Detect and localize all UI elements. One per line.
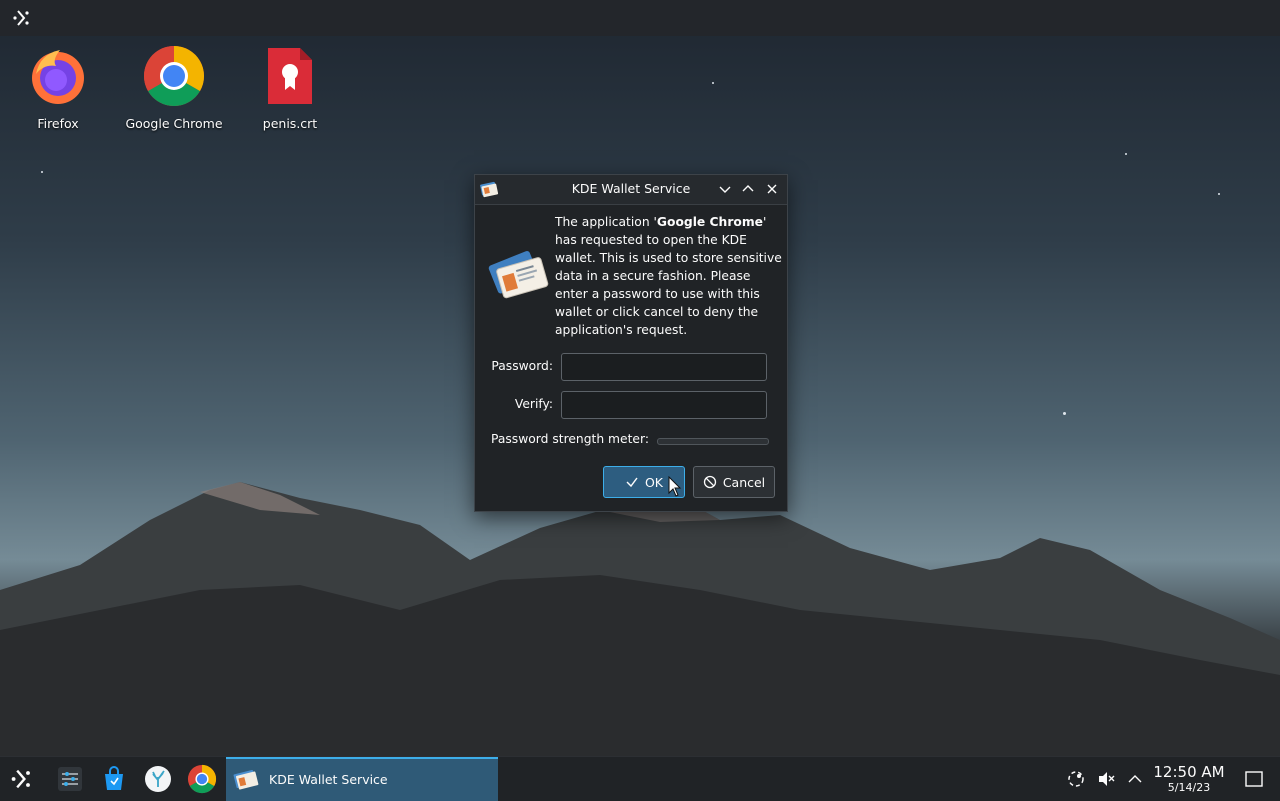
desktop-icon-firefox[interactable]: Firefox: [8, 44, 108, 131]
steam-tray-icon[interactable]: [1066, 769, 1086, 789]
minimize-button[interactable]: [716, 180, 734, 198]
check-icon: [626, 477, 638, 488]
taskbar-system-settings[interactable]: [54, 763, 86, 795]
desktop-icon-label: Firefox: [37, 116, 79, 131]
volume-muted-icon[interactable]: [1096, 769, 1116, 789]
password-input[interactable]: [561, 353, 767, 381]
kde-wallet-dialog: KDE Wallet Service The application 'Goog…: [474, 174, 788, 512]
top-panel: [0, 0, 1280, 36]
digital-clock[interactable]: 12:50 AM 5/14/23: [1150, 763, 1228, 794]
dialog-message: The application 'Google Chrome' has requ…: [555, 213, 783, 339]
steam-launcher-icon: [11, 769, 30, 789]
coral-app-icon: [145, 766, 171, 792]
tray-expand-chevron-up-icon[interactable]: [1125, 769, 1145, 789]
chrome-icon: [187, 764, 217, 794]
taskbar-discover[interactable]: [98, 763, 130, 795]
cancel-icon: [703, 475, 716, 489]
application-launcher-button[interactable]: [6, 763, 38, 795]
wallet-illustration-icon: [488, 250, 549, 299]
task-label: KDE Wallet Service: [269, 772, 388, 787]
strength-meter-label: Password strength meter:: [491, 432, 649, 446]
ok-button-label: OK: [644, 474, 664, 490]
show-desktop-icon[interactable]: [1244, 769, 1264, 789]
requesting-app-name: Google Chrome: [656, 215, 763, 229]
verify-input[interactable]: [561, 391, 767, 419]
verify-label: Verify:: [514, 397, 553, 411]
desktop-icon-label: penis.crt: [262, 116, 318, 131]
chrome-icon: [143, 45, 205, 107]
taskbar-google-chrome[interactable]: [186, 763, 218, 795]
desktop-icon-google-chrome[interactable]: Google Chrome: [124, 44, 224, 131]
firefox-icon: [32, 50, 84, 104]
taskbar-task-kde-wallet[interactable]: KDE Wallet Service: [226, 757, 498, 801]
taskbar: KDE Wallet Service 12:50 AM 5/14/23: [0, 756, 1280, 801]
desktop-icon-certificate-file[interactable]: penis.crt: [240, 44, 340, 131]
steam-launcher-icon[interactable]: [12, 8, 32, 28]
password-label: Password:: [491, 359, 553, 373]
message-prefix: The application ': [555, 215, 657, 229]
mouse-cursor-icon: [668, 476, 682, 497]
star: [41, 171, 43, 173]
mountain-range: [0, 482, 1280, 760]
clock-time: 12:50 AM: [1153, 763, 1225, 781]
cancel-button[interactable]: Cancel: [693, 466, 775, 498]
maximize-button[interactable]: [739, 180, 757, 198]
taskbar-app-icon[interactable]: [142, 763, 174, 795]
close-button[interactable]: [763, 180, 781, 198]
certificate-file-icon: [268, 48, 312, 104]
clock-date: 5/14/23: [1167, 781, 1211, 794]
cancel-button-label: Cancel: [722, 474, 766, 490]
password-strength-meter: [657, 438, 769, 445]
wallet-icon: [233, 770, 259, 790]
settings-sliders-icon: [58, 767, 82, 791]
dialog-titlebar[interactable]: KDE Wallet Service: [475, 175, 787, 205]
star: [1125, 153, 1127, 155]
star: [712, 82, 714, 84]
star: [1063, 412, 1066, 415]
desktop-icon-label: Google Chrome: [125, 116, 223, 131]
message-suffix: ' has requested to open the KDE wallet. …: [555, 215, 782, 337]
star: [1218, 193, 1220, 195]
discover-store-icon: [105, 766, 123, 790]
